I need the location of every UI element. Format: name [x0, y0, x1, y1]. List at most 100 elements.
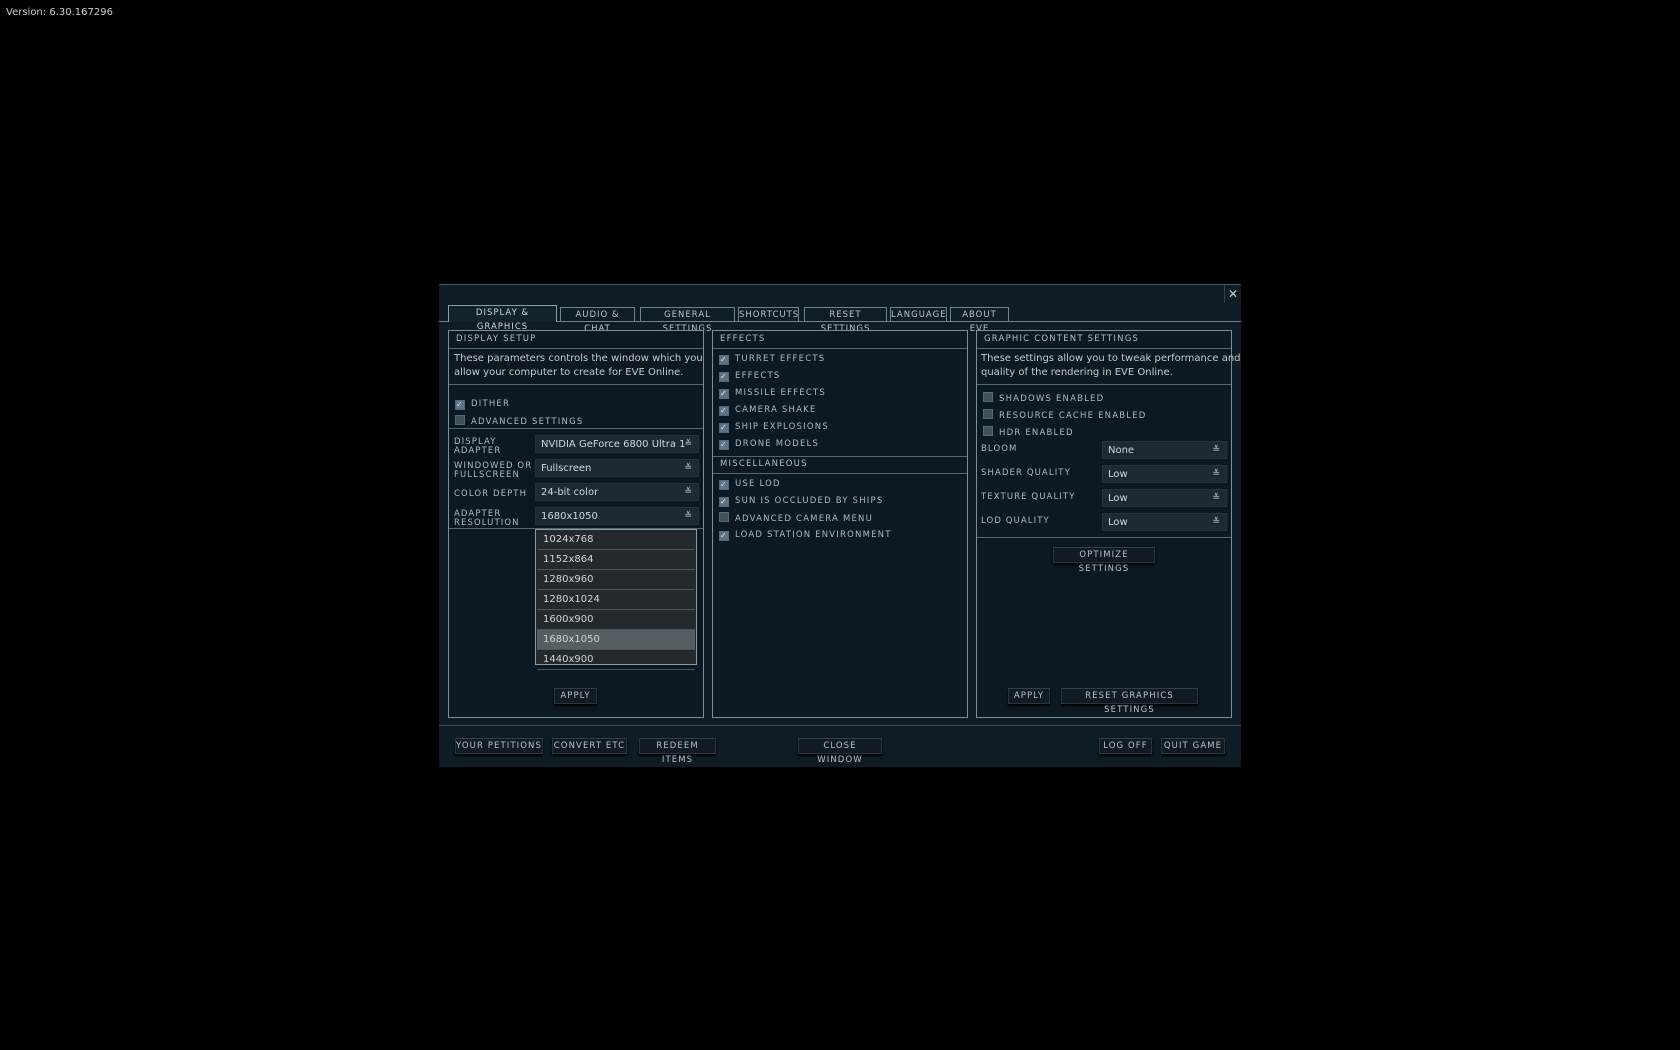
checkbox-icon[interactable] — [983, 409, 993, 419]
close-window-button[interactable]: CLOSE WINDOW — [798, 738, 882, 765]
resolution-option[interactable]: 1600x900 — [537, 610, 695, 630]
checkbox-load-station-environment[interactable]: ✓ LOAD STATION ENVIRONMENT — [719, 529, 892, 541]
combo-value: None — [1108, 445, 1135, 456]
checkbox-icon[interactable] — [983, 392, 993, 402]
divider — [449, 384, 703, 385]
field-label: LOD QUALITY — [981, 516, 1050, 526]
checkbox-label: RESOURCE CACHE ENABLED — [999, 411, 1147, 421]
apply-graphics-button[interactable]: APPLY — [1008, 688, 1050, 704]
checkbox-drone-models[interactable]: ✓ DRONE MODELS — [719, 438, 819, 450]
checkbox-camera-shake[interactable]: ✓ CAMERA SHAKE — [719, 404, 816, 416]
description-line: quality of the rendering in EVE Online. — [981, 367, 1173, 378]
lod-quality-select[interactable]: Low ≚ — [1102, 513, 1227, 531]
optimize-settings-button[interactable]: OPTIMIZE SETTINGS — [1053, 547, 1155, 574]
close-icon[interactable]: ✕ — [1224, 285, 1241, 303]
divider — [977, 537, 1231, 538]
adapter-resolution-select[interactable]: 1680x1050 ≚ — [535, 507, 699, 525]
miscellaneous-title: MISCELLANEOUS — [713, 456, 967, 474]
checkbox-hdr-enabled[interactable]: HDR ENABLED — [983, 426, 1074, 438]
resolution-option[interactable]: 1152x864 — [537, 550, 695, 570]
tab-shortcuts[interactable]: SHORTCUTS — [738, 307, 799, 321]
resolution-option[interactable]: 1280x960 — [537, 570, 695, 590]
field-label-line2: FULLSCREEN — [454, 470, 520, 480]
checkbox-label: DITHER — [471, 399, 511, 409]
tab-general-settings[interactable]: GENERAL SETTINGS — [640, 307, 735, 334]
checkbox-effects[interactable]: ✓ EFFECTS — [719, 370, 780, 382]
checkbox-dither[interactable]: ✓ DITHER — [455, 398, 510, 410]
checkbox-turret-effects[interactable]: ✓ TURRET EFFECTS — [719, 353, 825, 365]
checkbox-advanced-camera-menu[interactable]: ADVANCED CAMERA MENU — [719, 512, 873, 524]
checkbox-shadows-enabled[interactable]: SHADOWS ENABLED — [983, 392, 1104, 404]
checkbox-label: DRONE MODELS — [735, 439, 820, 449]
checkbox-icon[interactable]: ✓ — [719, 406, 729, 416]
display-adapter-select[interactable]: NVIDIA GeForce 6800 Ultra 1 ≚ — [535, 435, 699, 453]
log-off-button[interactable]: LOG OFF — [1099, 738, 1152, 754]
tab-audio-chat[interactable]: AUDIO & CHAT — [560, 307, 635, 334]
checkbox-icon[interactable] — [983, 426, 993, 436]
checkbox-icon[interactable]: ✓ — [455, 400, 465, 410]
resolution-option[interactable]: 1680x1050 — [537, 630, 695, 650]
chevron-down-icon[interactable]: ≚ — [1212, 466, 1220, 483]
chevron-down-icon[interactable]: ≚ — [684, 484, 692, 501]
combo-value: 1680x1050 — [541, 511, 598, 522]
chevron-down-icon[interactable]: ≚ — [684, 460, 692, 477]
version-label: Version: 6.30.167296 — [6, 7, 113, 18]
redeem-items-button[interactable]: REDEEM ITEMS — [639, 738, 716, 765]
footer-divider — [439, 725, 1241, 726]
field-label: SHADER QUALITY — [981, 468, 1071, 478]
apply-display-button[interactable]: APPLY — [554, 688, 597, 704]
resolution-option[interactable]: 1440x900 — [537, 650, 695, 670]
checkbox-label: EFFECTS — [735, 371, 781, 381]
chevron-down-icon[interactable]: ≚ — [1212, 442, 1220, 459]
checkbox-icon[interactable] — [719, 512, 729, 522]
tab-about-eve[interactable]: ABOUT EVE — [950, 307, 1009, 334]
checkbox-icon[interactable]: ✓ — [719, 423, 729, 433]
chevron-down-icon[interactable]: ≚ — [1212, 514, 1220, 531]
chevron-down-icon[interactable]: ≚ — [684, 436, 692, 453]
checkbox-label: CAMERA SHAKE — [735, 405, 817, 415]
checkbox-icon[interactable]: ✓ — [719, 389, 729, 399]
graphic-content-description: These settings allow you to tweak perfor… — [981, 352, 1241, 380]
checkbox-icon[interactable]: ✓ — [719, 480, 729, 490]
checkbox-icon[interactable]: ✓ — [719, 531, 729, 541]
checkbox-icon[interactable] — [455, 415, 465, 425]
tab-reset-settings[interactable]: RESET SETTINGS — [804, 307, 887, 334]
checkbox-ship-explosions[interactable]: ✓ SHIP EXPLOSIONS — [719, 421, 829, 433]
texture-quality-select[interactable]: Low ≚ — [1102, 489, 1227, 507]
reset-graphics-settings-button[interactable]: RESET GRAPHICS SETTINGS — [1061, 688, 1198, 715]
chevron-down-icon[interactable]: ≚ — [1212, 490, 1220, 507]
checkbox-icon[interactable]: ✓ — [719, 372, 729, 382]
field-label: DISPLAY ADAPTER — [454, 438, 501, 456]
shader-quality-select[interactable]: Low ≚ — [1102, 465, 1227, 483]
tab-display-graphics[interactable]: DISPLAY & GRAPHICS — [448, 305, 557, 332]
checkbox-icon[interactable]: ✓ — [719, 497, 729, 507]
checkbox-icon[interactable]: ✓ — [719, 440, 729, 450]
checkbox-label: HDR ENABLED — [999, 428, 1074, 438]
checkbox-label: MISSILE EFFECTS — [735, 388, 826, 398]
description-line: These parameters controls the window whi… — [454, 353, 703, 364]
checkbox-icon[interactable]: ✓ — [719, 355, 729, 365]
checkbox-label: SUN IS OCCLUDED BY SHIPS — [735, 496, 884, 506]
checkbox-resource-cache-enabled[interactable]: RESOURCE CACHE ENABLED — [983, 409, 1147, 421]
resolution-dropdown-list[interactable]: 1024x768 1152x864 1280x960 1280x1024 1600x90… — [535, 529, 697, 670]
combo-value: NVIDIA GeForce 6800 Ultra 1 — [541, 439, 686, 450]
combo-value: Low — [1108, 493, 1128, 504]
field-label-line2: RESOLUTION — [454, 518, 520, 528]
checkbox-use-lod[interactable]: ✓ USE LOD — [719, 478, 781, 490]
convert-etc-button[interactable]: CONVERT ETC — [552, 738, 627, 754]
resolution-option[interactable]: 1280x1024 — [537, 590, 695, 610]
tab-language[interactable]: LANGUAGE — [890, 307, 947, 321]
bloom-select[interactable]: None ≚ — [1102, 441, 1227, 459]
checkbox-label: SHIP EXPLOSIONS — [735, 422, 829, 432]
quit-game-button[interactable]: QUIT GAME — [1161, 738, 1225, 754]
panel-title: GRAPHIC CONTENT SETTINGS — [977, 331, 1231, 349]
chevron-down-icon[interactable]: ≚ — [684, 508, 692, 525]
your-petitions-button[interactable]: YOUR PETITIONS — [455, 738, 543, 754]
checkbox-sun-is-occluded-by-ships[interactable]: ✓ SUN IS OCCLUDED BY SHIPS — [719, 495, 883, 507]
checkbox-missile-effects[interactable]: ✓ MISSILE EFFECTS — [719, 387, 826, 399]
resolution-option[interactable]: 1024x768 — [537, 530, 695, 550]
color-depth-select[interactable]: 24-bit color ≚ — [535, 483, 699, 501]
panel-title: DISPLAY SETUP — [449, 331, 703, 349]
checkbox-advanced-settings[interactable]: ADVANCED SETTINGS — [455, 415, 583, 427]
window-mode-select[interactable]: Fullscreen ≚ — [535, 459, 699, 477]
